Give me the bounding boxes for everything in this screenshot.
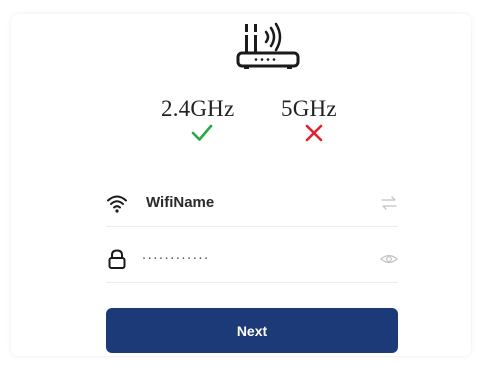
next-button[interactable]: Next xyxy=(106,308,398,353)
router-icon xyxy=(236,22,300,69)
cross-icon xyxy=(305,124,323,142)
band-5ghz-label: 5GHz xyxy=(281,96,337,121)
password-row xyxy=(106,238,398,283)
band-2-4ghz-label: 2.4GHz xyxy=(161,96,235,121)
ssid-value[interactable]: WifiName xyxy=(146,194,214,211)
lock-icon xyxy=(108,249,126,269)
eye-icon[interactable] xyxy=(380,251,398,267)
ssid-row: WifiName xyxy=(106,182,398,227)
check-icon xyxy=(191,124,213,141)
wifi-icon xyxy=(107,195,127,213)
password-input[interactable] xyxy=(142,248,342,270)
switch-arrows-icon[interactable] xyxy=(380,195,398,211)
